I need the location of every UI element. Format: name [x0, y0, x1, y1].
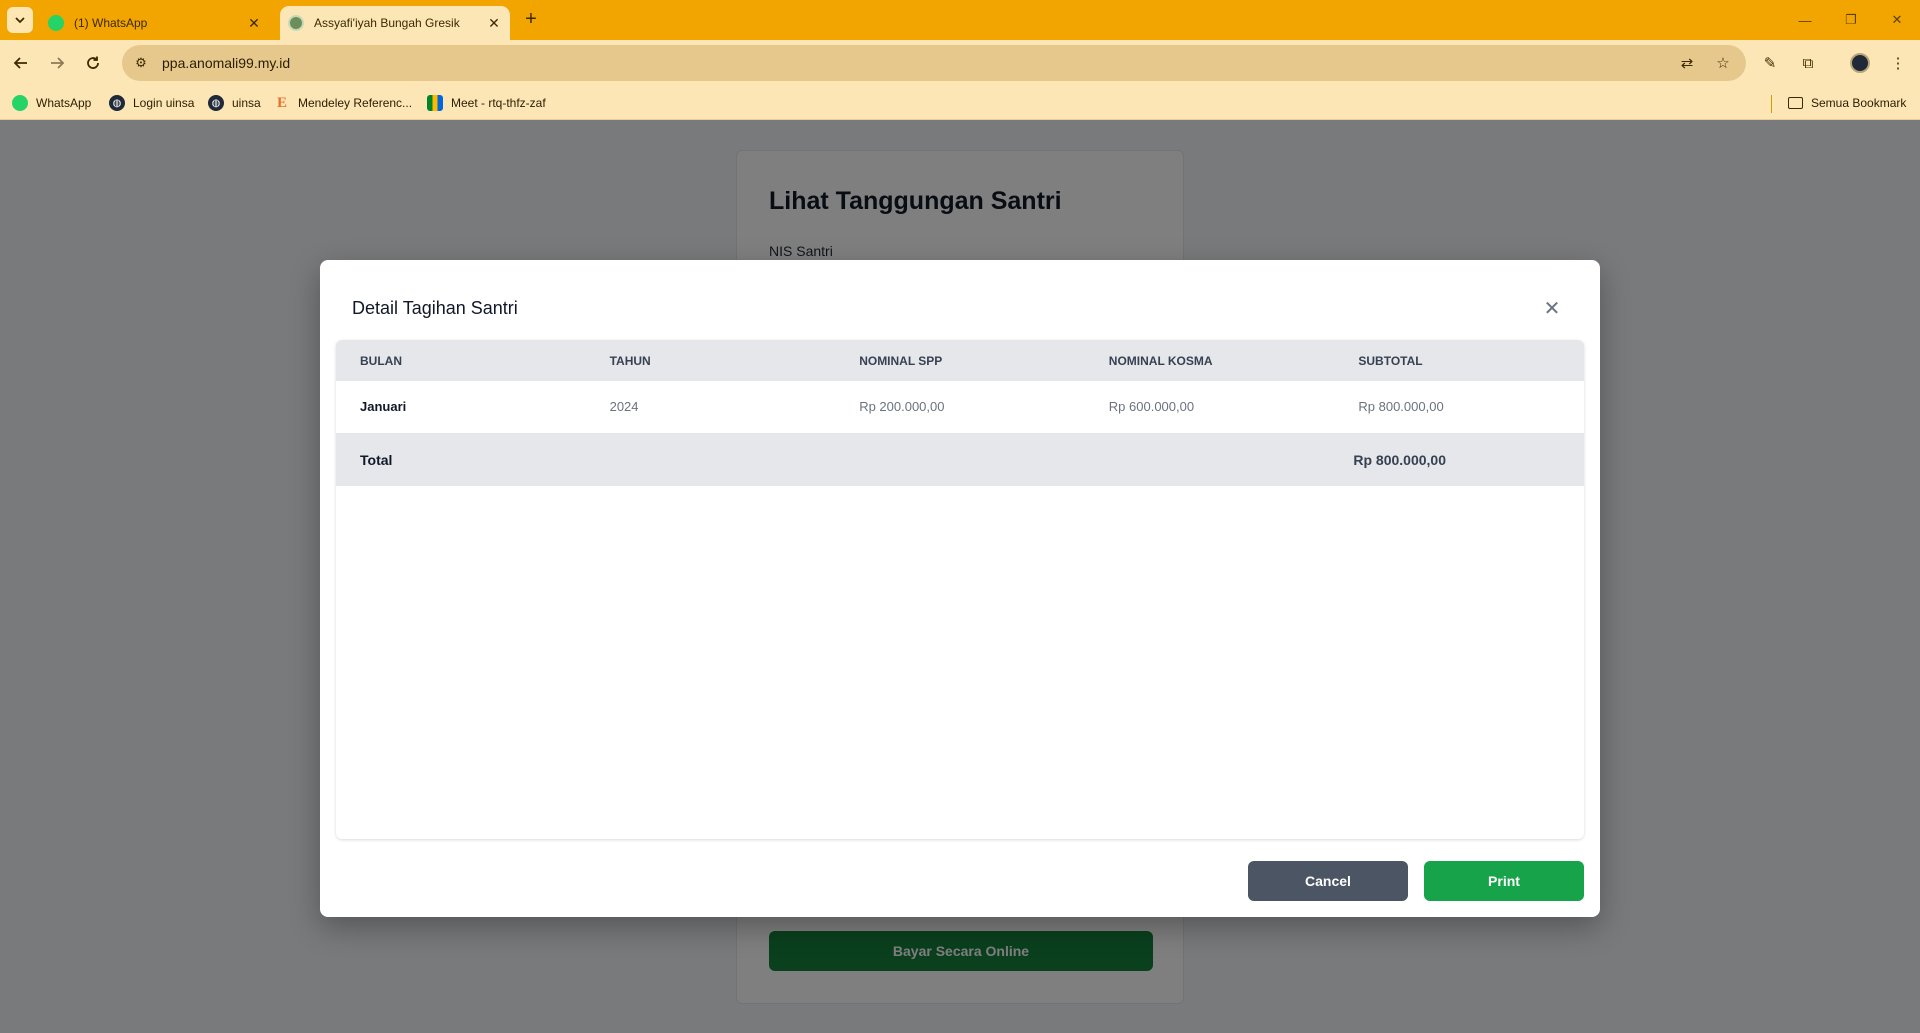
tab-assyafiiyah[interactable]: Assyafi'iyah Bungah Gresik ✕ [280, 6, 510, 40]
bookmark-mendeley[interactable]: E Mendeley Referenc... [274, 93, 412, 113]
reload-icon [87, 56, 99, 69]
cell-tahun: 2024 [609, 399, 639, 415]
bookmark-whatsapp[interactable]: WhatsApp [12, 93, 91, 113]
arrow-left-icon [13, 57, 27, 69]
bookmark-separator [1771, 95, 1772, 113]
all-bookmarks-button[interactable]: Semua Bookmark [1788, 93, 1906, 113]
bookmark-uinsa[interactable]: ◍ uinsa [208, 93, 261, 113]
print-button[interactable]: Print [1424, 861, 1584, 901]
translate-icon[interactable]: ⇄ [1674, 50, 1700, 76]
cell-nominal-spp: Rp 200.000,00 [859, 399, 945, 415]
tab-strip: (1) WhatsApp ✕ Assyafi'iyah Bungah Gresi… [0, 0, 1920, 40]
forward-button[interactable] [44, 50, 70, 76]
browser-toolbar: ⚙ ppa.anomali99.my.id ⇄ ☆ ✎ ⧉ ⋮ [0, 40, 1920, 86]
window-close-button[interactable]: ✕ [1880, 8, 1914, 32]
meet-icon [427, 95, 443, 111]
star-icon[interactable]: ☆ [1710, 50, 1736, 76]
folder-icon [1788, 97, 1803, 109]
globe-icon: ◍ [208, 95, 224, 111]
tab-whatsapp[interactable]: (1) WhatsApp ✕ [40, 6, 270, 40]
site-info-icon[interactable]: ⚙ [126, 48, 156, 78]
bookmark-label: Meet - rtq-thfz-zaf [451, 96, 546, 110]
restore-button[interactable]: ❐ [1834, 8, 1868, 32]
cell-bulan: Januari [360, 399, 407, 415]
reload-button[interactable] [80, 50, 106, 76]
column-header-bulan: BULAN [360, 353, 402, 368]
back-button[interactable] [8, 50, 34, 76]
modal-title: Detail Tagihan Santri [352, 298, 518, 318]
tab-search-button[interactable] [7, 7, 33, 33]
table-header-row: BULAN TAHUN NOMINAL SPP NOMINAL KOSMA SU… [336, 340, 1584, 381]
minimize-button[interactable]: — [1788, 8, 1822, 32]
bookmark-label: Login uinsa [133, 96, 195, 110]
total-label: Total [360, 451, 393, 468]
column-header-subtotal: SUBTOTAL [1358, 353, 1423, 368]
total-value: Rp 800.000,00 [1353, 451, 1446, 468]
close-icon[interactable]: ✕ [484, 13, 504, 33]
tab-title: (1) WhatsApp [74, 16, 148, 30]
tagihan-table: BULAN TAHUN NOMINAL SPP NOMINAL KOSMA SU… [336, 340, 1584, 486]
whatsapp-icon [12, 95, 28, 111]
column-header-nominal-spp: NOMINAL SPP [859, 353, 943, 368]
whatsapp-icon [48, 15, 64, 31]
extensions-icon[interactable]: ⧉ [1794, 49, 1822, 77]
bookmark-meet[interactable]: Meet - rtq-thfz-zaf [427, 93, 546, 113]
close-icon[interactable]: ✕ [1540, 296, 1564, 320]
tagihan-table-container: BULAN TAHUN NOMINAL SPP NOMINAL KOSMA SU… [336, 340, 1584, 839]
bookmarks-bar: WhatsApp ◍ Login uinsa ◍ uinsa E Mendele… [0, 86, 1920, 120]
menu-icon[interactable]: ⋮ [1884, 49, 1912, 77]
bookmark-label: WhatsApp [36, 96, 92, 110]
column-header-nominal-kosma: NOMINAL KOSMA [1108, 353, 1213, 368]
new-tab-button[interactable]: + [520, 9, 542, 31]
bookmark-label: Mendeley Referenc... [298, 96, 413, 110]
tab-title: Assyafi'iyah Bungah Gresik [314, 16, 460, 30]
bookmark-label: uinsa [232, 96, 261, 110]
bookmark-login-uinsa[interactable]: ◍ Login uinsa [109, 93, 194, 113]
detail-tagihan-modal: Detail Tagihan Santri ✕ BULAN TAHUN NOMI… [320, 260, 1600, 917]
cancel-button[interactable]: Cancel [1248, 861, 1408, 901]
bookmark-label: Semua Bookmark [1811, 96, 1907, 110]
url-text[interactable]: ppa.anomali99.my.id [162, 55, 290, 71]
profile-avatar[interactable] [1846, 49, 1874, 77]
close-icon[interactable]: ✕ [244, 13, 264, 33]
column-header-tahun: TAHUN [609, 353, 651, 368]
globe-icon: ◍ [109, 95, 125, 111]
avatar [1850, 53, 1870, 73]
arrow-right-icon [51, 57, 65, 69]
table-row: Januari 2024 Rp 200.000,00 Rp 600.000,00… [336, 381, 1584, 433]
cell-subtotal: Rp 800.000,00 [1358, 399, 1444, 415]
pen-icon[interactable]: ✎ [1756, 49, 1784, 77]
mendeley-icon: E [276, 94, 287, 111]
table-total-row: Total Rp 800.000,00 [336, 433, 1584, 486]
site-icon [288, 15, 304, 31]
address-bar[interactable]: ⚙ ppa.anomali99.my.id ⇄ ☆ [122, 45, 1746, 81]
chevron-down-icon [15, 17, 25, 24]
cell-nominal-kosma: Rp 600.000,00 [1108, 399, 1195, 415]
